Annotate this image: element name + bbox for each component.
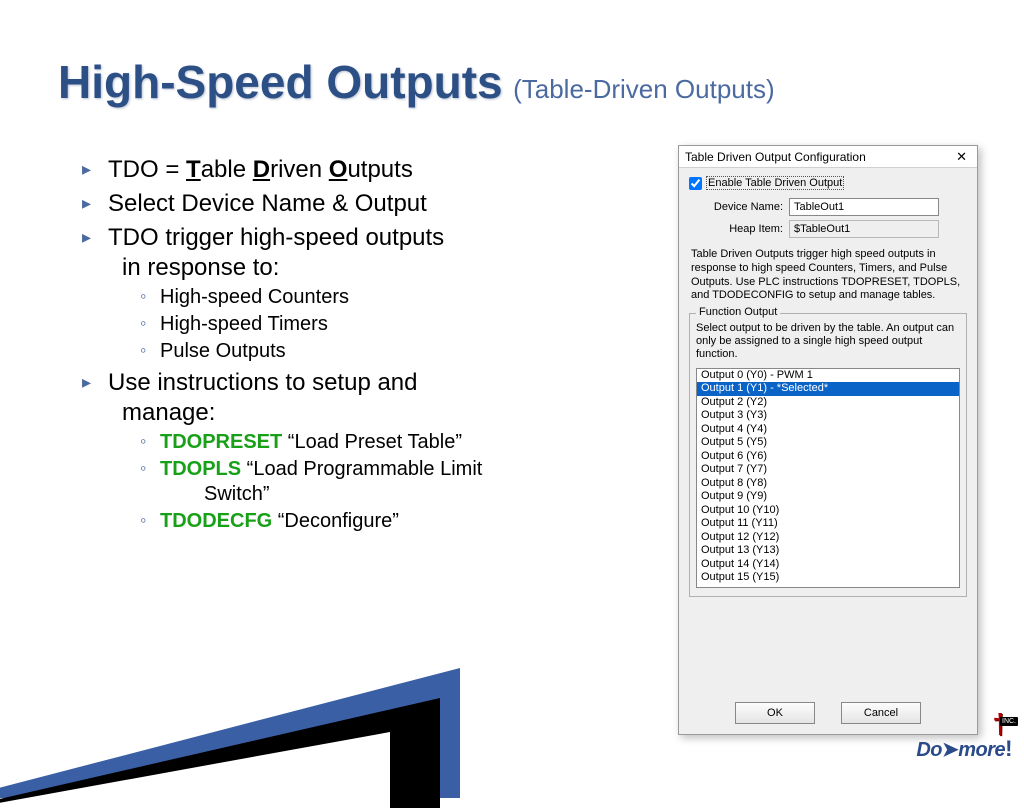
dialog-description: Table Driven Outputs trigger high speed …	[691, 248, 965, 303]
output-option[interactable]: Output 3 (Y3)	[697, 409, 959, 423]
config-dialog: Table Driven Output Configuration ✕ Enab…	[678, 145, 978, 735]
output-option[interactable]: Output 12 (Y12)	[697, 531, 959, 545]
logo-arrow-icon: ➤	[942, 739, 958, 761]
fieldset-description: Select output to be driven by the table.…	[696, 322, 960, 362]
close-icon[interactable]: ✕	[952, 149, 971, 165]
cancel-button[interactable]: Cancel	[841, 702, 921, 724]
bullet-tdo-definition: TDO = Table Driven Outputs	[80, 155, 660, 185]
bullet-trigger: TDO trigger high-speed outputs in respon…	[80, 223, 660, 364]
slide-title: High-Speed Outputs (Table-Driven Outputs…	[58, 55, 984, 109]
heap-item-label: Heap Item:	[703, 223, 783, 235]
dialog-title: Table Driven Output Configuration	[685, 150, 866, 164]
sub-counters: High-speed Counters	[140, 285, 660, 310]
output-option[interactable]: Output 2 (Y2)	[697, 396, 959, 410]
sub-tdodecfg: TDODECFG “Deconfigure”	[140, 509, 660, 534]
domore-logo: Do➤more!	[916, 736, 1012, 762]
fieldset-legend: Function Output	[696, 306, 780, 318]
output-option[interactable]: Output 10 (Y10)	[697, 504, 959, 518]
output-option[interactable]: Output 4 (Y4)	[697, 423, 959, 437]
ok-button[interactable]: OK	[735, 702, 815, 724]
output-option[interactable]: Output 9 (Y9)	[697, 490, 959, 504]
heap-item-field	[789, 220, 939, 238]
title-sub: (Table-Driven Outputs)	[513, 74, 775, 104]
output-option[interactable]: Output 8 (Y8)	[697, 477, 959, 491]
output-option[interactable]: Output 11 (Y11)	[697, 517, 959, 531]
device-name-input[interactable]	[789, 198, 939, 216]
output-option[interactable]: Output 6 (Y6)	[697, 450, 959, 464]
dialog-titlebar: Table Driven Output Configuration ✕	[679, 146, 977, 168]
title-main: High-Speed Outputs	[58, 56, 503, 108]
output-option[interactable]: Output 1 (Y1) - *Selected*	[697, 382, 959, 396]
output-option[interactable]: Output 15 (Y15)	[697, 571, 959, 585]
output-option[interactable]: Output 0 (Y0) - PWM 1	[697, 369, 959, 383]
output-option[interactable]: Output 13 (Y13)	[697, 544, 959, 558]
bullet-instructions: Use instructions to setup and manage: TD…	[80, 368, 660, 534]
output-listbox[interactable]: Output 0 (Y0) - PWM 1Output 1 (Y1) - *Se…	[696, 368, 960, 588]
sub-pulse: Pulse Outputs	[140, 339, 660, 364]
output-option[interactable]: Output 7 (Y7)	[697, 463, 959, 477]
sub-timers: High-speed Timers	[140, 312, 660, 337]
output-option[interactable]: Output 14 (Y14)	[697, 558, 959, 572]
enable-label: Enable Table Driven Output	[706, 176, 844, 190]
logo-inc: INC.	[1000, 717, 1018, 726]
sub-tdopls: TDOPLS “Load Programmable Limit Switch”	[140, 457, 660, 507]
sub-tdopreset: TDOPRESET “Load Preset Table”	[140, 430, 660, 455]
slide-decoration	[0, 628, 480, 788]
bullet-select-device: Select Device Name & Output	[80, 189, 660, 219]
function-output-fieldset: Function Output Select output to be driv…	[689, 313, 967, 597]
slide-content: TDO = Table Driven Outputs Select Device…	[80, 155, 660, 538]
device-name-label: Device Name:	[703, 201, 783, 213]
output-option[interactable]: Output 5 (Y5)	[697, 436, 959, 450]
enable-checkbox[interactable]	[689, 177, 702, 190]
